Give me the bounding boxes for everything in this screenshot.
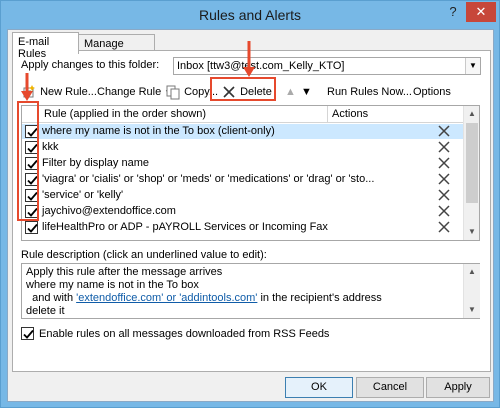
tab-email-rules[interactable]: E-mail Rules (12, 32, 79, 60)
checkbox-arrowhead-icon (21, 91, 33, 101)
annotation-arrows (21, 41, 255, 101)
delete-arrowhead-icon (243, 67, 255, 77)
rules-and-alerts-window: Rules and Alerts ? ✕ E-mail Rules Manage… (0, 0, 500, 408)
